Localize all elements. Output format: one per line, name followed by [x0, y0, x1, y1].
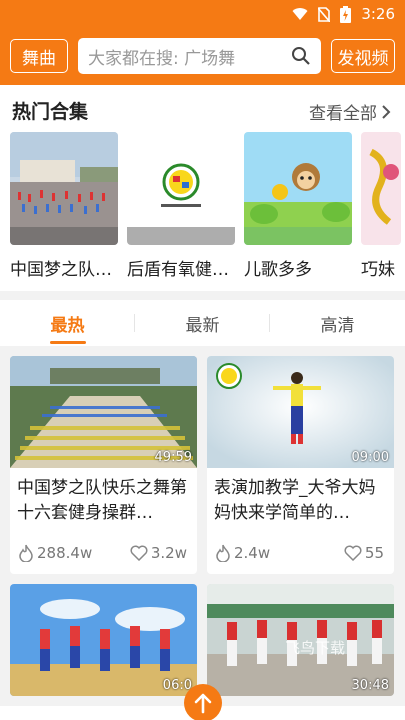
collection-thumbnail	[127, 132, 235, 245]
status-time: 3:26	[361, 5, 395, 23]
collections-list: 中国梦之队… 后盾有氧健… 儿歌多多 巧妹	[10, 132, 401, 280]
collection-item[interactable]: 后盾有氧健…	[127, 132, 235, 280]
like-count[interactable]: 55	[344, 544, 384, 562]
collection-item[interactable]: 儿歌多多	[244, 132, 352, 280]
status-icons: 3:26	[292, 5, 395, 23]
upload-button[interactable]	[184, 684, 222, 720]
post-video-button[interactable]: 发视频	[331, 39, 395, 73]
battery-charging-icon	[340, 5, 352, 23]
collection-item[interactable]: 巧妹	[361, 132, 401, 280]
tab-label: 高清	[320, 315, 355, 336]
collection-item[interactable]: 中国梦之队…	[10, 132, 118, 280]
view-all-label: 查看全部	[309, 104, 377, 124]
collection-thumbnail	[244, 132, 352, 245]
video-thumbnail: 06:0	[10, 584, 197, 696]
search-input[interactable]: 大家都在搜: 广场舞	[78, 38, 321, 74]
play-count-value: 2.4w	[234, 544, 271, 562]
view-all-link[interactable]: 查看全部	[309, 99, 391, 124]
play-count-value: 288.4w	[37, 544, 93, 562]
tab-active-indicator	[49, 341, 86, 344]
tab-label: 最热	[50, 315, 85, 336]
flame-icon	[19, 544, 33, 562]
section-title: 热门合集	[12, 101, 89, 123]
tab-hottest[interactable]: 最热	[0, 300, 135, 346]
flame-icon	[216, 544, 230, 562]
like-count[interactable]: 3.2w	[130, 544, 187, 562]
tab-label: 最新	[185, 315, 220, 336]
app-header: 3:26 舞曲 大家都在搜: 广场舞 发视频	[0, 0, 405, 85]
like-count-value: 3.2w	[150, 544, 187, 562]
status-bar: 3:26	[0, 0, 405, 30]
collection-label: 后盾有氧健…	[127, 260, 229, 280]
search-icon[interactable]	[291, 46, 311, 66]
video-thumbnail: 49:59	[10, 356, 197, 468]
video-thumbnail: 09:00	[207, 356, 394, 468]
collection-thumbnail	[361, 132, 401, 245]
search-placeholder: 大家都在搜: 广场舞	[88, 48, 236, 69]
collection-label: 中国梦之队…	[10, 260, 112, 280]
no-sim-icon	[318, 6, 331, 22]
heart-icon	[344, 545, 362, 561]
like-count-value: 55	[364, 544, 384, 562]
video-title: 中国梦之队快乐之舞第十六套健身操群…	[17, 478, 187, 523]
watermark-text: 飞鸟下载	[285, 639, 346, 657]
search-row: 舞曲 大家都在搜: 广场舞 发视频	[10, 37, 395, 75]
video-card[interactable]: 06:0	[10, 584, 197, 696]
sort-tabs: 最热 最新 高清	[0, 300, 405, 346]
hot-collections-section: 热门合集 查看全部 中国梦之队… 后盾有氧健… 儿歌多多 巧妹	[0, 85, 405, 291]
video-title: 表演加教学_大爷大妈妈快来学简单的…	[214, 478, 376, 523]
video-card[interactable]: 49:59 中国梦之队快乐之舞第十六套健身操群… 288.4w 3.2w	[10, 356, 197, 574]
collection-thumbnail	[10, 132, 118, 245]
video-meta: 2.4w 55	[207, 534, 394, 574]
tab-hd[interactable]: 高清	[270, 300, 405, 346]
dance-music-button[interactable]: 舞曲	[10, 39, 68, 73]
collection-label: 巧妹	[361, 260, 395, 280]
play-count: 2.4w	[215, 544, 270, 562]
video-duration: 09:00	[351, 450, 389, 465]
video-meta: 288.4w 3.2w	[10, 534, 197, 574]
video-card[interactable]: 09:00 表演加教学_大爷大妈妈快来学简单的… 2.4w 55	[207, 356, 394, 574]
collection-label: 儿歌多多	[244, 260, 312, 280]
heart-icon	[130, 545, 148, 561]
video-duration: 30:48	[351, 678, 389, 693]
play-count: 288.4w	[18, 544, 92, 562]
chevron-right-icon	[382, 104, 391, 119]
video-duration: 49:59	[154, 450, 192, 465]
tab-newest[interactable]: 最新	[135, 300, 270, 346]
wifi-icon	[292, 8, 308, 20]
arrow-up-icon	[194, 693, 212, 714]
